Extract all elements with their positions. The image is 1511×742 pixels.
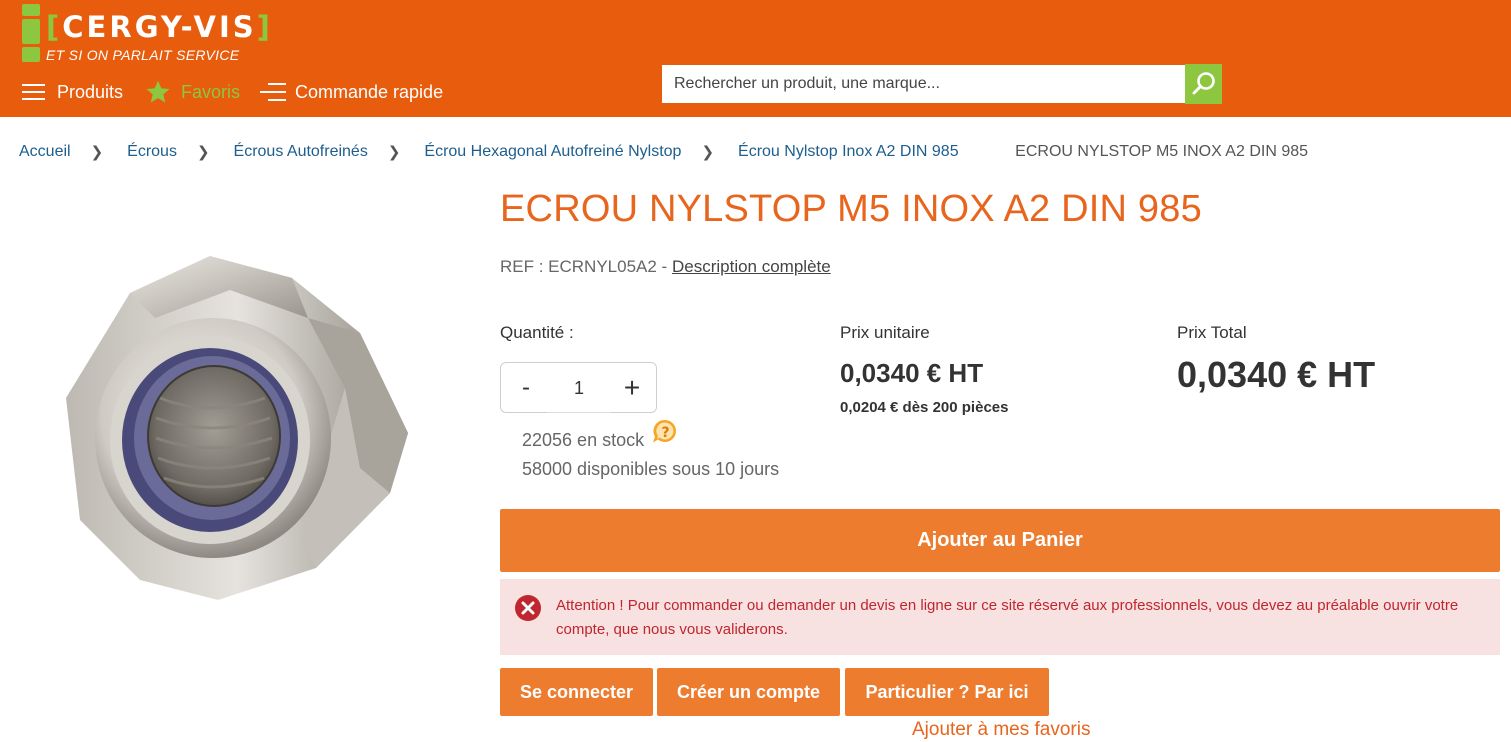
total-price-label: Prix Total <box>1177 323 1247 342</box>
nav-produits-label: Produits <box>57 81 124 102</box>
pro-alert: Attention ! Pour commander ou demander u… <box>500 579 1500 655</box>
alert-message: Attention ! Pour commander ou demander u… <box>556 597 1459 638</box>
menu-icon <box>22 83 45 101</box>
chevron-right-icon: ❯ <box>90 144 104 161</box>
unit-price-label: Prix unitaire <box>840 323 930 342</box>
nav-favoris-label: Favoris <box>181 81 241 102</box>
add-to-cart-button[interactable]: Ajouter au Panier <box>500 509 1500 572</box>
breadcrumb-item[interactable]: Écrous <box>127 143 177 161</box>
create-account-button[interactable]: Créer un compte <box>657 668 840 716</box>
unit-price: 0,0340 € HT <box>840 358 984 388</box>
logo-bars <box>22 4 40 64</box>
search-input[interactable] <box>662 65 1185 103</box>
site-header: [CERGY-VIS] ET SI ON PARLAIT SERVICE Pro… <box>0 0 1511 117</box>
breadcrumb-item[interactable]: Écrous Autofreinés <box>234 143 368 161</box>
login-button[interactable]: Se connecter <box>500 668 653 716</box>
logo[interactable]: [CERGY-VIS] ET SI ON PARLAIT SERVICE <box>22 4 352 66</box>
help-icon[interactable]: ? <box>650 417 680 447</box>
page-title: ECROU NYLSTOP M5 INOX A2 DIN 985 <box>500 188 1202 230</box>
quantity-stepper: - + <box>500 362 657 413</box>
error-icon <box>515 595 541 621</box>
nav-commande-rapide[interactable]: Commande rapide <box>260 79 443 105</box>
chevron-right-icon: ❯ <box>387 144 401 161</box>
stock-text: 22056 en stock <box>522 430 645 450</box>
availability-text: 58000 disponibles sous 10 jours <box>522 459 780 479</box>
total-price: 0,0340 € HT <box>1177 354 1376 395</box>
star-icon <box>146 80 170 103</box>
decrease-button[interactable]: - <box>511 371 541 405</box>
description-link[interactable]: Description complète <box>672 257 831 276</box>
add-favorites-link[interactable]: Ajouter à mes favoris <box>912 719 1090 741</box>
svg-text:?: ? <box>661 425 669 441</box>
nav-favoris[interactable]: Favoris <box>145 79 240 105</box>
breadcrumb-item[interactable]: Écrou Nylstop Inox A2 DIN 985 <box>738 143 959 161</box>
search-icon <box>1192 72 1215 95</box>
product-ref-text: REF : ECRNYL05A2 - <box>500 257 668 276</box>
chevron-right-icon: ❯ <box>701 144 715 161</box>
degressive-price: 0,0204 € dès 200 pièces <box>840 399 1009 416</box>
breadcrumb-item[interactable]: Accueil <box>19 143 71 161</box>
nav-commande-rapide-label: Commande rapide <box>295 81 444 102</box>
quantity-label: Quantité : <box>500 323 574 342</box>
quantity-input[interactable] <box>547 364 611 413</box>
breadcrumb-current: ECROU NYLSTOP M5 INOX A2 DIN 985 <box>1015 143 1309 160</box>
chevron-right-icon: ❯ <box>196 144 210 161</box>
quick-order-icon <box>260 82 286 102</box>
product-ref: REF : ECRNYL05A2 - Description complète <box>500 257 831 277</box>
particulier-button[interactable]: Particulier ? Par ici <box>845 668 1049 716</box>
breadcrumb: Accueil ❯ Écrous ❯ Écrous Autofreinés ❯ … <box>19 143 1308 161</box>
product-image <box>66 256 408 600</box>
nav-produits[interactable]: Produits <box>22 79 123 105</box>
breadcrumb-item[interactable]: Écrou Hexagonal Autofreiné Nylstop <box>424 143 681 161</box>
logo-text: [CERGY-VIS] <box>46 10 273 44</box>
increase-button[interactable]: + <box>617 371 647 405</box>
logo-tagline: ET SI ON PARLAIT SERVICE <box>46 47 240 63</box>
search-button[interactable] <box>1185 64 1222 104</box>
